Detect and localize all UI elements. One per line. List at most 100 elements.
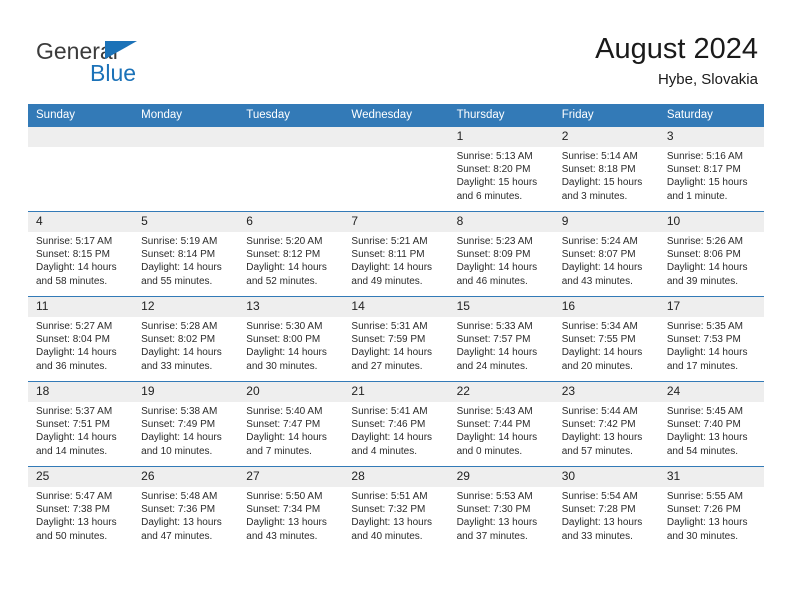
day-number: 25: [28, 467, 134, 487]
sunrise-text: Sunrise: 5:55 AM: [666, 491, 743, 502]
calendar-page: General Blue August 2024 Hybe, Slovakia …: [0, 0, 792, 612]
day-details: Sunrise: 5:47 AM Sunset: 7:38 PM Daylight:…: [28, 487, 133, 543]
calendar-day-cell[interactable]: 18 Sunrise: 5:37 AM Sunset: 7:51 PM Dayligh…: [28, 381, 134, 467]
sunset-text: Sunset: 7:59 PM: [351, 334, 426, 346]
daylight-text: Daylight: 13 hours and 43 minutes.: [246, 517, 327, 542]
day-number: 6: [238, 212, 344, 232]
day-number: 28: [343, 467, 449, 487]
calendar-day-cell[interactable]: 19 Sunrise: 5:38 AM Sunset: 7:49 PM Dayligh…: [133, 381, 239, 467]
calendar-day-cell[interactable]: 3 Sunrise: 5:16 AM Sunset: 8:17 PM Daylight…: [658, 126, 764, 212]
calendar-day-cell[interactable]: 16 Sunrise: 5:34 AM Sunset: 7:55 PM Dayligh…: [553, 296, 659, 382]
logo-text-blue: Blue: [90, 60, 137, 86]
calendar-day-cell[interactable]: 6 Sunrise: 5:20 AM Sunset: 8:12 PM Daylight…: [238, 211, 344, 297]
calendar-day-cell[interactable]: 2 Sunrise: 5:14 AM Sunset: 8:18 PM Daylight…: [553, 126, 659, 212]
calendar-day-cell[interactable]: 12 Sunrise: 5:28 AM Sunset: 8:02 PM Dayligh…: [133, 296, 239, 382]
day-number: 15: [448, 297, 554, 317]
calendar-day-cell[interactable]: 17 Sunrise: 5:35 AM Sunset: 7:53 PM Dayligh…: [658, 296, 764, 382]
page-subtitle: Hybe, Slovakia: [657, 71, 758, 88]
day-number: 9: [553, 212, 659, 232]
day-number: [28, 127, 134, 147]
day-details: Sunrise: 5:20 AM Sunset: 8:12 PM Daylight:…: [238, 232, 343, 288]
sunset-text: Sunset: 7:51 PM: [36, 419, 110, 431]
day-details: Sunrise: 5:50 AM Sunset: 7:34 PM Daylight:…: [238, 487, 343, 543]
daylight-text: Daylight: 13 hours and 33 minutes.: [561, 517, 643, 542]
calendar-day-cell[interactable]: 7 Sunrise: 5:21 AM Sunset: 8:11 PM Daylight…: [343, 211, 449, 297]
day-number: 19: [133, 382, 239, 402]
day-number: 21: [343, 382, 449, 402]
calendar-day-cell[interactable]: 4 Sunrise: 5:17 AM Sunset: 8:15 PM Daylight…: [28, 211, 134, 297]
daylight-text: Daylight: 13 hours and 50 minutes.: [36, 517, 117, 542]
sunrise-text: Sunrise: 5:51 AM: [351, 491, 428, 502]
daylight-text: Daylight: 14 hours and 46 minutes.: [456, 262, 538, 287]
calendar-day-cell[interactable]: 29 Sunrise: 5:53 AM Sunset: 7:30 PM Dayligh…: [448, 466, 554, 551]
daylight-text: Daylight: 15 hours and 1 minute.: [666, 177, 748, 202]
calendar-day-cell-empty: [343, 126, 449, 212]
calendar-day-cell[interactable]: 21 Sunrise: 5:41 AM Sunset: 7:46 PM Dayligh…: [343, 381, 449, 467]
day-details: Sunrise: 5:31 AM Sunset: 7:59 PM Daylight:…: [343, 317, 448, 373]
day-number: 1: [448, 127, 554, 147]
daylight-text: Daylight: 13 hours and 54 minutes.: [666, 432, 748, 457]
calendar-day-cell[interactable]: 30 Sunrise: 5:54 AM Sunset: 7:28 PM Dayligh…: [553, 466, 659, 551]
day-number: 24: [658, 382, 764, 402]
sunset-text: Sunset: 7:26 PM: [666, 504, 741, 516]
sunrise-text: Sunrise: 5:33 AM: [456, 321, 533, 332]
sunset-text: Sunset: 7:34 PM: [246, 504, 321, 516]
daylight-text: Daylight: 14 hours and 20 minutes.: [561, 347, 643, 372]
calendar-day-cell[interactable]: 24 Sunrise: 5:45 AM Sunset: 7:40 PM Dayligh…: [658, 381, 764, 467]
daylight-text: Daylight: 14 hours and 33 minutes.: [141, 347, 222, 372]
sunset-text: Sunset: 8:04 PM: [36, 334, 110, 346]
day-details: Sunrise: 5:55 AM Sunset: 7:26 PM Daylight:…: [659, 487, 764, 543]
calendar-day-cell[interactable]: 27 Sunrise: 5:50 AM Sunset: 7:34 PM Dayligh…: [238, 466, 344, 551]
sunrise-text: Sunrise: 5:27 AM: [36, 321, 113, 332]
calendar-day-cell[interactable]: 25 Sunrise: 5:47 AM Sunset: 7:38 PM Dayligh…: [28, 466, 134, 551]
sunset-text: Sunset: 7:38 PM: [36, 504, 110, 516]
calendar-day-cell[interactable]: 22 Sunrise: 5:43 AM Sunset: 7:44 PM Dayligh…: [448, 381, 554, 467]
weekday-header-sunday: Sunday: [28, 104, 134, 127]
calendar-day-cell[interactable]: 8 Sunrise: 5:23 AM Sunset: 8:09 PM Daylight…: [448, 211, 554, 297]
daylight-text: Daylight: 14 hours and 27 minutes.: [351, 347, 433, 372]
day-details: Sunrise: 5:54 AM Sunset: 7:28 PM Daylight:…: [554, 487, 659, 543]
calendar-day-cell[interactable]: 13 Sunrise: 5:30 AM Sunset: 8:00 PM Dayligh…: [238, 296, 344, 382]
calendar-day-cell[interactable]: 11 Sunrise: 5:27 AM Sunset: 8:04 PM Dayligh…: [28, 296, 134, 382]
daylight-text: Daylight: 14 hours and 14 minutes.: [36, 432, 117, 457]
calendar-week-row: 11 Sunrise: 5:27 AM Sunset: 8:04 PM Dayligh…: [28, 296, 764, 382]
calendar-day-cell[interactable]: 20 Sunrise: 5:40 AM Sunset: 7:47 PM Dayligh…: [238, 381, 344, 467]
sunset-text: Sunset: 7:30 PM: [456, 504, 531, 516]
calendar-day-cell[interactable]: 9 Sunrise: 5:24 AM Sunset: 8:07 PM Daylight…: [553, 211, 659, 297]
calendar-day-cell[interactable]: 31 Sunrise: 5:55 AM Sunset: 7:26 PM Dayligh…: [658, 466, 764, 551]
day-number: 18: [28, 382, 134, 402]
calendar-day-cell[interactable]: 23 Sunrise: 5:44 AM Sunset: 7:42 PM Dayligh…: [553, 381, 659, 467]
day-details: Sunrise: 5:37 AM Sunset: 7:51 PM Daylight:…: [28, 402, 133, 458]
calendar-day-cell[interactable]: 1 Sunrise: 5:13 AM Sunset: 8:20 PM Daylight…: [448, 126, 554, 212]
day-details: Sunrise: 5:23 AM Sunset: 8:09 PM Daylight:…: [449, 232, 554, 288]
calendar-day-cell[interactable]: 15 Sunrise: 5:33 AM Sunset: 7:57 PM Dayligh…: [448, 296, 554, 382]
sunset-text: Sunset: 8:15 PM: [36, 249, 110, 261]
sunset-text: Sunset: 7:28 PM: [561, 504, 636, 516]
daylight-text: Daylight: 13 hours and 47 minutes.: [141, 517, 222, 542]
sunset-text: Sunset: 7:55 PM: [561, 334, 636, 346]
day-details: Sunrise: 5:21 AM Sunset: 8:11 PM Daylight:…: [343, 232, 448, 288]
general-blue-logo: General Blue: [36, 38, 256, 90]
sunrise-sunset-calendar-table: Sunday Monday Tuesday Wednesday Thursday…: [28, 104, 764, 551]
sunset-text: Sunset: 7:42 PM: [561, 419, 636, 431]
daylight-text: Daylight: 13 hours and 40 minutes.: [351, 517, 433, 542]
calendar-day-cell[interactable]: 28 Sunrise: 5:51 AM Sunset: 7:32 PM Dayligh…: [343, 466, 449, 551]
day-details: Sunrise: 5:19 AM Sunset: 8:14 PM Daylight:…: [133, 232, 238, 288]
calendar-day-cell-empty: [28, 126, 134, 212]
day-number: 30: [553, 467, 659, 487]
daylight-text: Daylight: 15 hours and 6 minutes.: [456, 177, 538, 202]
day-number: 26: [133, 467, 239, 487]
daylight-text: Daylight: 14 hours and 58 minutes.: [36, 262, 117, 287]
sunrise-text: Sunrise: 5:31 AM: [351, 321, 428, 332]
day-details: Sunrise: 5:35 AM Sunset: 7:53 PM Daylight:…: [659, 317, 764, 373]
calendar-day-cell[interactable]: 26 Sunrise: 5:48 AM Sunset: 7:36 PM Dayligh…: [133, 466, 239, 551]
calendar-week-row: 1 Sunrise: 5:13 AM Sunset: 8:20 PM Daylight…: [28, 126, 764, 212]
day-details: Sunrise: 5:48 AM Sunset: 7:36 PM Daylight:…: [133, 487, 238, 543]
calendar-day-cell[interactable]: 14 Sunrise: 5:31 AM Sunset: 7:59 PM Dayligh…: [343, 296, 449, 382]
day-number: 8: [448, 212, 554, 232]
sunset-text: Sunset: 7:36 PM: [141, 504, 216, 516]
calendar-day-cell[interactable]: 10 Sunrise: 5:26 AM Sunset: 8:06 PM Dayligh…: [658, 211, 764, 297]
day-number: 17: [658, 297, 764, 317]
weekday-header-thursday: Thursday: [448, 104, 554, 127]
calendar-day-cell[interactable]: 5 Sunrise: 5:19 AM Sunset: 8:14 PM Daylight…: [133, 211, 239, 297]
